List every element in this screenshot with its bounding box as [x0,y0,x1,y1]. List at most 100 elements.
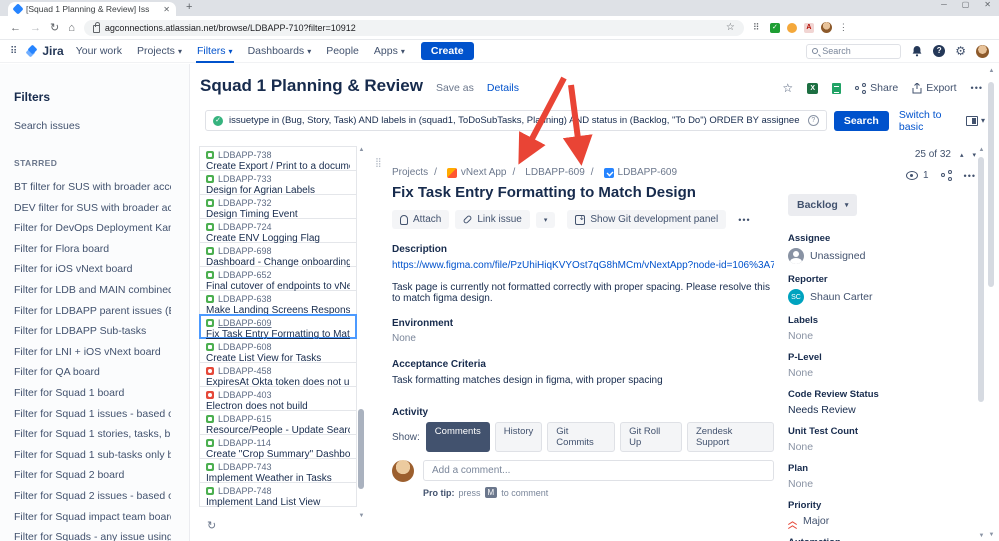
query-help-icon[interactable]: ? [807,115,819,126]
sidebar-filter-item[interactable]: Filter for iOS vNext board [14,259,171,280]
scrollbar-thumb[interactable] [358,409,364,489]
sidebar-filter-item[interactable]: DEV filter for SUS with broader access [14,198,171,219]
browser-profile-avatar[interactable] [820,22,832,33]
status-dropdown[interactable]: Backlog ▾ [788,194,858,216]
topnav-item[interactable]: Projects [136,40,183,63]
forward-icon[interactable]: → [30,22,41,34]
topnav-item[interactable]: People [325,40,360,63]
issue-list-item[interactable]: LDBAPP-743 Implement Weather in Tasks [199,458,357,484]
next-issue-icon[interactable]: ▾ [972,151,976,159]
issue-list-item[interactable]: LDBAPP-748 Implement Land List View [199,482,357,508]
sidebar-more-icon[interactable]: ••• [964,171,976,181]
link-issue-dropdown[interactable]: ▾ [535,211,556,228]
extension-check-icon[interactable]: ✓ [769,22,780,33]
breadcrumb-item[interactable]: Projects [392,167,428,178]
browser-menu-icon[interactable]: ⋮ [839,22,849,33]
watchers-eye-icon[interactable] [905,171,918,180]
breadcrumb-item[interactable]: LDBAPP-609 [585,167,677,178]
browser-tab[interactable]: [Squad 1 Planning & Review] Iss ✕ [8,2,176,16]
field-value[interactable]: Shaun Carter [810,291,872,303]
window-minimize-icon[interactable]: ─ [941,0,947,9]
new-tab-button[interactable]: + [186,1,192,13]
create-button[interactable]: Create [420,42,474,60]
sidebar-filter-item[interactable]: Filter for LDBAPP parent issues (Bug, St… [14,301,171,322]
figma-link[interactable]: https://www.figma.com/file/PzUhiHiqKVYOs… [392,260,774,271]
back-icon[interactable]: ← [10,22,21,34]
sidebar-filter-item[interactable]: Filter for Squad impact team board [14,507,171,528]
issue-more-icon[interactable]: ••• [738,215,750,225]
export-button[interactable]: Export [912,82,957,94]
jira-logo[interactable]: Jira [25,44,64,58]
activity-tab[interactable]: Comments [425,422,490,452]
window-maximize-icon[interactable]: ▢ [962,0,970,9]
sidebar-filter-item[interactable]: Filter for Squad 1 issues - based on sta… [14,404,171,425]
user-avatar[interactable] [976,44,989,58]
issue-list-item[interactable]: LDBAPP-732 Design Timing Event [199,194,357,220]
breadcrumb-item[interactable]: vNext App [428,167,507,178]
notifications-bell-icon[interactable] [911,45,923,57]
topnav-item[interactable]: Apps [373,40,406,63]
field-value[interactable]: None [788,478,813,490]
sheets-addon-icon[interactable] [832,82,842,94]
share-button[interactable]: Share [855,82,898,94]
issue-list-item[interactable]: LDBAPP-458 ExpiresAt Okta token does not… [199,362,357,388]
pane-resize-handle[interactable]: ⣿ [375,157,381,168]
activity-tab[interactable]: Git Commits [547,422,616,452]
issue-list-item[interactable]: LDBAPP-738 Create Export / Print to a do… [199,146,357,172]
bookmark-star-icon[interactable]: ☆ [726,22,735,33]
search-button[interactable]: Search [833,110,889,131]
address-bar[interactable]: agconnections.atlassian.net/browse/LDBAP… [83,19,744,36]
sidebar-filter-item[interactable]: Filter for Squad 1 stories, tasks, bugs … [14,424,171,445]
extension-fox-icon[interactable] [786,22,797,33]
activity-tab[interactable]: Git Roll Up [620,422,682,452]
sidebar-scrollbar[interactable]: ▲ ▼ [987,68,996,538]
reload-icon[interactable]: ↻ [50,21,59,34]
topnav-item[interactable]: Dashboards [247,40,313,63]
breadcrumb-item[interactable]: LDBAPP-609 [507,167,584,178]
issue-list-item[interactable]: LDBAPP-724 Create ENV Logging Flag [199,218,357,244]
save-as-link[interactable]: Save as [436,82,474,94]
issue-list-item[interactable]: LDBAPP-652 Final cutover of endpoints to… [199,266,357,292]
share-issue-icon[interactable] [940,170,952,181]
scroll-up-icon[interactable]: ▲ [987,68,996,74]
sidebar-filter-item[interactable]: Filter for LNI + iOS vNext board [14,342,171,363]
sidebar-filter-item[interactable]: Filter for DevOps Deployment Kanban boar… [14,218,171,239]
activity-tab[interactable]: History [494,422,543,452]
previous-issue-icon[interactable]: ▴ [960,151,964,159]
app-switcher-icon[interactable]: ⠿ [10,46,17,57]
global-search-input[interactable]: Search [806,43,902,59]
sidebar-filter-item[interactable]: Filter for LDB and MAIN combined board [14,280,171,301]
topnav-item[interactable]: Your work [75,40,123,63]
tab-close-icon[interactable]: ✕ [163,5,170,14]
refresh-icon[interactable]: ↻ [207,519,216,532]
scroll-down-icon[interactable]: ▼ [357,513,366,519]
git-panel-button[interactable]: Show Git development panel [567,210,727,229]
sidebar-filter-item[interactable]: Filter for Squad 2 issues - based on sta… [14,486,171,507]
scroll-up-icon[interactable]: ▲ [357,147,366,153]
sidebar-filter-item[interactable]: BT filter for SUS with broader access [14,177,171,198]
extensions-grid-icon[interactable] [753,22,763,33]
issue-list-item[interactable]: LDBAPP-733 Design for Agrian Labels [199,170,357,196]
sidebar-item-search-issues[interactable]: Search issues [14,120,171,132]
issue-list-item[interactable]: LDBAPP-609 Fix Task Entry Formatting to … [199,314,357,340]
layout-toggle-button[interactable]: ▾ [965,115,985,126]
field-value[interactable]: Needs Review [788,404,856,416]
link-issue-button[interactable]: Link issue [455,210,530,229]
favorite-star-icon[interactable]: ☆ [782,81,793,95]
sidebar-filter-item[interactable]: Filter for Squad 1 board [14,383,171,404]
field-value[interactable]: Major [803,515,829,527]
excel-addon-icon[interactable]: X [807,82,819,94]
sidebar-filter-item[interactable]: Filter for LDBAPP Sub-tasks [14,321,171,342]
jql-query-input[interactable]: issuetype in (Bug, Story, Task) AND labe… [205,110,827,131]
issue-list-item[interactable]: LDBAPP-403 Electron does not build [199,386,357,412]
issue-list-item[interactable]: LDBAPP-608 Create List View for Tasks [199,338,357,364]
issue-list-item[interactable]: LDBAPP-114 Create "Crop Summary" Dashboa… [199,434,357,460]
switch-to-basic-link[interactable]: Switch to basic [899,109,966,133]
scroll-down-icon[interactable]: ▼ [977,533,986,539]
details-link[interactable]: Details [487,82,519,94]
sidebar-filter-item[interactable]: Filter for Flora board [14,239,171,260]
add-comment-input[interactable]: Add a comment... [423,460,774,481]
field-value[interactable]: Unassigned [810,250,865,262]
sidebar-filter-item[interactable]: Filter for QA board [14,362,171,383]
home-icon[interactable]: ⌂ [68,22,75,34]
